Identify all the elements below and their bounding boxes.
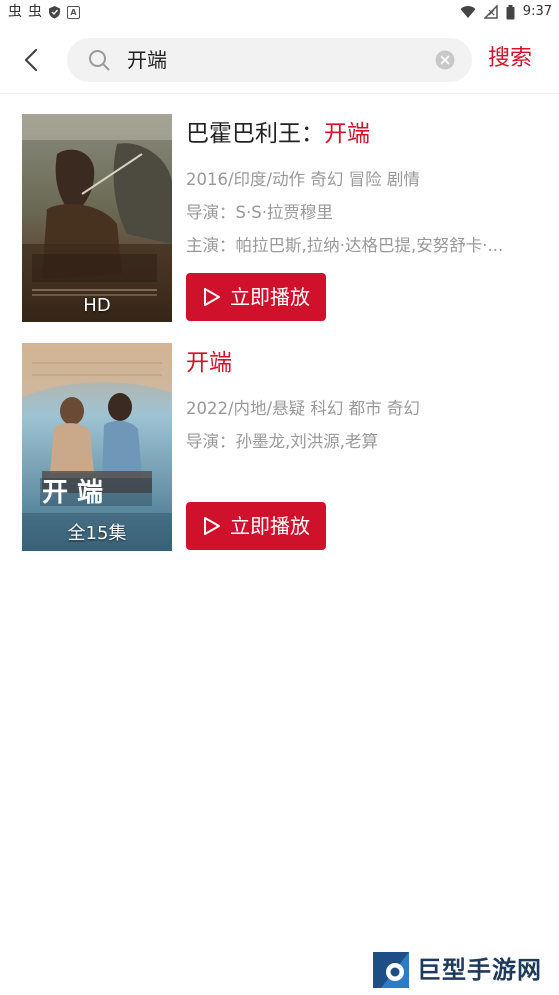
watermark-logo-icon bbox=[373, 952, 409, 988]
movie-poster[interactable]: HD bbox=[22, 114, 172, 322]
result-year-genre: 2022/内地/悬疑 科幻 都市 奇幻 bbox=[186, 399, 420, 418]
search-input[interactable]: 开端 bbox=[67, 38, 472, 82]
episode-count-badge: 全15集 bbox=[67, 523, 127, 544]
status-bar-notifications: 虫 虫 A bbox=[8, 3, 80, 21]
watermark-text: 巨型手游网 bbox=[417, 956, 542, 984]
play-now-label: 立即播放 bbox=[230, 285, 310, 309]
result-title[interactable]: 巴霍巴利王：开端 bbox=[186, 117, 370, 151]
no-signal-icon bbox=[483, 5, 498, 19]
result-director: 导演：孙墨龙,刘洪源,老算 bbox=[186, 432, 378, 451]
poster-image bbox=[22, 114, 172, 322]
title-highlight: 开端 bbox=[324, 121, 370, 147]
notification-bug-icon: 虫 bbox=[8, 4, 22, 20]
play-now-button[interactable]: 立即播放 bbox=[186, 273, 326, 321]
site-watermark: 巨型手游网 bbox=[369, 946, 555, 994]
status-time: 9:37 bbox=[522, 4, 552, 19]
wifi-icon bbox=[460, 6, 476, 18]
result-title[interactable]: 开端 bbox=[186, 346, 232, 380]
clear-icon[interactable] bbox=[435, 50, 455, 70]
back-arrow-icon bbox=[24, 48, 38, 72]
back-button[interactable] bbox=[18, 44, 48, 76]
title-highlight: 开端 bbox=[186, 350, 232, 376]
result-director: 导演：S·S·拉贾穆里 bbox=[186, 203, 333, 222]
play-now-button[interactable]: 立即播放 bbox=[186, 502, 326, 550]
header-divider bbox=[0, 93, 559, 94]
search-submit-button[interactable]: 搜索 bbox=[488, 42, 532, 76]
svg-text:开 端: 开 端 bbox=[42, 478, 103, 508]
search-header: 开端 搜索 bbox=[0, 30, 559, 90]
search-icon bbox=[89, 50, 110, 71]
play-icon bbox=[204, 288, 220, 306]
status-bar-system: 9:37 bbox=[460, 2, 552, 22]
quality-badge: HD bbox=[83, 295, 111, 316]
battery-icon bbox=[506, 4, 515, 19]
search-result-item[interactable]: HD 巴霍巴利王：开端 2016/印度/动作 奇幻 冒险 剧情 导演：S·S·拉… bbox=[22, 114, 542, 324]
play-icon bbox=[204, 517, 220, 535]
movie-poster[interactable]: 开 端 全15集 bbox=[22, 343, 172, 551]
result-cast: 主演：帕拉巴斯,拉纳·达格巴提,安努舒卡·... bbox=[186, 236, 504, 255]
result-year-genre: 2016/印度/动作 奇幻 冒险 剧情 bbox=[186, 170, 420, 189]
title-text: 巴霍巴利王： bbox=[186, 121, 324, 147]
status-bar: 虫 虫 A 9:37 bbox=[0, 0, 559, 24]
search-query-text: 开端 bbox=[127, 48, 167, 72]
play-now-label: 立即播放 bbox=[230, 514, 310, 538]
search-result-item[interactable]: 开 端 全15集 开端 2022/内地/悬疑 科幻 都市 奇幻 导演：孙墨龙,刘… bbox=[22, 343, 542, 553]
shield-icon bbox=[49, 6, 60, 19]
app-a-icon: A bbox=[67, 5, 80, 19]
notification-bug-icon: 虫 bbox=[28, 4, 42, 20]
